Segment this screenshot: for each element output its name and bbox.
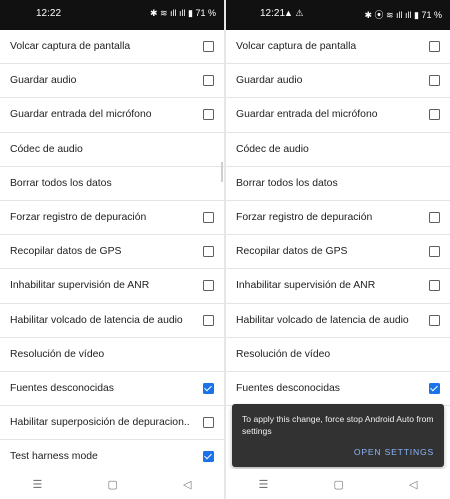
checkbox[interactable] <box>203 246 214 258</box>
developer-settings-list: Volcar captura de pantalla Guardar audio G… <box>226 30 450 407</box>
settings-row-label: Guardar entrada del micrófono <box>236 109 378 121</box>
settings-row[interactable]: Fuentes desconocidas <box>226 372 450 407</box>
settings-row[interactable]: Guardar entrada del micrófono <box>226 98 450 133</box>
settings-row-label: Recopilar datos de GPS <box>10 246 122 258</box>
status-time: 12:22 <box>36 8 62 19</box>
settings-row-label: Guardar audio <box>10 75 77 87</box>
settings-row[interactable]: Habilitar volcado de latencia de audio <box>0 304 224 338</box>
settings-row-label: Fuentes desconocidas <box>10 382 114 394</box>
home-icon[interactable]: ▢ <box>333 478 343 491</box>
recents-icon[interactable]: ☰ <box>259 478 269 491</box>
settings-row[interactable]: Forzar registro de depuración <box>226 201 450 236</box>
settings-row-label: Forzar registro de depuración <box>10 212 147 224</box>
checkbox[interactable] <box>203 212 214 224</box>
checkbox[interactable] <box>429 41 440 53</box>
settings-row-label: Habilitar volcado de latencia de audio <box>10 314 183 326</box>
settings-row[interactable]: Recopilar datos de GPS <box>0 235 224 270</box>
checkbox[interactable] <box>429 314 440 326</box>
checkbox-checked[interactable] <box>203 451 214 463</box>
settings-row[interactable]: Fuentes desconocidas <box>0 372 224 407</box>
status-time: 12:21 <box>260 8 286 19</box>
settings-row[interactable]: Códec de audio <box>0 133 224 167</box>
settings-row-label: Borrar todos los datos <box>10 177 112 189</box>
settings-row-label: Test harness mode <box>10 451 98 463</box>
settings-row[interactable]: Habilitar superposición de depuracion.. <box>0 406 224 441</box>
snackbar: To apply this change, force stop Android… <box>232 404 444 467</box>
home-icon[interactable]: ▢ <box>107 478 117 491</box>
back-icon[interactable]: ◁ <box>183 478 191 491</box>
open-settings-button[interactable]: OPEN SETTINGS <box>354 447 434 457</box>
checkbox[interactable] <box>429 109 440 121</box>
checkbox[interactable] <box>203 314 214 326</box>
settings-row-label: Forzar registro de depuración <box>236 212 373 224</box>
settings-row-label: Inhabilitar supervisión de ANR <box>10 280 150 292</box>
settings-row[interactable]: Recopilar datos de GPS <box>226 235 450 270</box>
settings-row-label: Recopilar datos de GPS <box>236 246 348 258</box>
checkbox[interactable] <box>429 75 440 87</box>
settings-row[interactable]: Resolución de vídeo <box>226 338 450 372</box>
checkbox[interactable] <box>203 41 214 53</box>
settings-row-label: Resolución de vídeo <box>10 348 105 360</box>
settings-row-label: Borrar todos los datos <box>236 177 338 189</box>
status-bar: 12:21 ▲ ⚠ ✱ ⦿ ≋ ıll ıll ▮ 71 % <box>226 0 450 30</box>
status-icons: ✱ ≋ ıll ıll ▮ 71 % <box>149 8 216 18</box>
navigation-bar: ☰ ▢ ◁ <box>226 469 450 499</box>
settings-row-label: Volcar captura de pantalla <box>236 41 357 53</box>
checkbox-checked[interactable] <box>429 382 440 394</box>
settings-row[interactable]: Inhabilitar supervisión de ANR <box>0 269 224 304</box>
settings-row[interactable]: Volcar captura de pantalla <box>0 30 224 65</box>
right-phone-screen: 12:21 ▲ ⚠ ✱ ⦿ ≋ ıll ıll ▮ 71 % Volcar ca… <box>226 0 450 499</box>
back-icon[interactable]: ◁ <box>409 478 417 491</box>
settings-row-label: Códec de audio <box>236 143 309 155</box>
settings-row-label: Guardar audio <box>236 75 303 87</box>
settings-row[interactable]: Volcar captura de pantalla <box>226 30 450 65</box>
settings-row-label: Resolución de vídeo <box>236 348 331 360</box>
settings-row[interactable]: Habilitar volcado de latencia de audio <box>226 304 450 338</box>
settings-row[interactable]: Guardar audio <box>226 64 450 99</box>
settings-row-label: Inhabilitar supervisión de ANR <box>236 280 376 292</box>
checkbox-checked[interactable] <box>203 382 214 394</box>
settings-row-label: Guardar entrada del micrófono <box>10 109 152 121</box>
developer-settings-list: Volcar captura de pantalla Guardar audio G… <box>0 30 224 475</box>
settings-row-label: Volcar captura de pantalla <box>10 41 131 53</box>
status-bar: 12:22 ✱ ≋ ıll ıll ▮ 71 % <box>0 0 224 30</box>
settings-row[interactable]: Resolución de vídeo <box>0 338 224 372</box>
checkbox[interactable] <box>203 280 214 292</box>
settings-row-label: Habilitar volcado de latencia de audio <box>236 314 409 326</box>
scrollbar[interactable] <box>221 162 223 182</box>
recents-icon[interactable]: ☰ <box>33 478 43 491</box>
settings-row[interactable]: Inhabilitar supervisión de ANR <box>226 269 450 304</box>
settings-row[interactable]: Borrar todos los datos <box>0 167 224 201</box>
checkbox[interactable] <box>429 212 440 224</box>
checkbox[interactable] <box>203 109 214 121</box>
settings-row-label: Fuentes desconocidas <box>236 382 340 394</box>
notification-icons: ▲ ⚠ <box>284 8 304 18</box>
checkbox[interactable] <box>203 75 214 87</box>
navigation-bar: ☰ ▢ ◁ <box>0 469 224 499</box>
settings-row[interactable]: Códec de audio <box>226 133 450 167</box>
settings-row[interactable]: Forzar registro de depuración <box>0 201 224 236</box>
checkbox[interactable] <box>203 417 214 429</box>
status-icons: ✱ ⦿ ≋ ıll ıll ▮ 71 % <box>364 10 442 20</box>
checkbox[interactable] <box>429 280 440 292</box>
snackbar-message: To apply this change, force stop Android… <box>242 414 434 436</box>
left-phone-screen: 12:22 ✱ ≋ ıll ıll ▮ 71 % Volcar captura … <box>0 0 224 499</box>
settings-row-label: Habilitar superposición de depuracion.. <box>10 417 190 429</box>
settings-row[interactable]: Guardar audio <box>0 64 224 99</box>
settings-row-label: Códec de audio <box>10 143 83 155</box>
settings-row[interactable]: Guardar entrada del micrófono <box>0 98 224 133</box>
settings-row[interactable]: Borrar todos los datos <box>226 167 450 201</box>
checkbox[interactable] <box>429 246 440 258</box>
